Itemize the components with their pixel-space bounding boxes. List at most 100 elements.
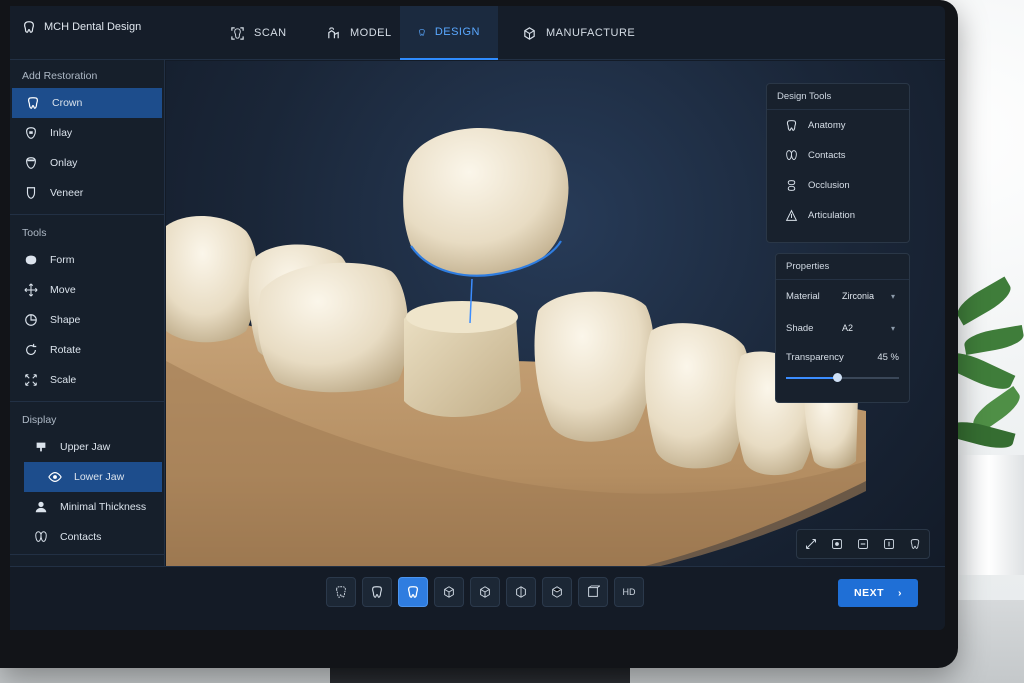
next-label: NEXT (853, 587, 884, 599)
tool-button[interactable] (578, 577, 608, 607)
sidebar-item-label: Onlay (50, 157, 78, 169)
panel-title: Design Tools (767, 84, 909, 110)
panel-title: Properties (776, 254, 909, 280)
eye-icon (48, 470, 62, 484)
cube-icon (444, 586, 454, 598)
inlay-icon (24, 126, 38, 140)
tab-manufacture[interactable]: MANUFACTURE (504, 6, 653, 60)
tool-label: Articulation (808, 209, 855, 221)
chevron-down-icon: ▾ (890, 291, 895, 301)
shade-select[interactable]: A2 ▾ (838, 318, 899, 338)
hd-button[interactable]: HD (614, 577, 644, 607)
tab-label: MANUFACTURE (546, 27, 636, 39)
chevron-down-icon: ▾ (890, 323, 895, 333)
sidebar-item-inlay[interactable]: Inlay (10, 118, 164, 148)
view-side-icon (858, 539, 868, 549)
tool-button[interactable] (470, 577, 500, 607)
slider-handle[interactable] (832, 373, 842, 382)
tooth-icon (419, 28, 425, 36)
occlusion-icon (787, 179, 796, 191)
sidebar-item-label: Scale (50, 374, 77, 386)
view-button[interactable] (852, 533, 874, 555)
tab-scan[interactable]: SCAN (212, 6, 305, 60)
design-tool-anatomy[interactable]: Anatomy (767, 110, 909, 140)
slider-fill (786, 377, 837, 379)
form-icon (24, 253, 38, 267)
tool-button[interactable] (326, 577, 356, 607)
tool-button[interactable] (506, 577, 536, 607)
transparency-row: Transparency 45 % (776, 344, 909, 370)
transparency-value: 45 % (877, 351, 899, 363)
tool-button-active[interactable] (398, 577, 428, 607)
scale-icon (24, 373, 38, 387)
tool-button[interactable] (542, 577, 572, 607)
design-tools-panel: Design Tools Anatomy Contacts Occlusion … (766, 83, 910, 243)
section-title-tools: Tools (22, 227, 47, 239)
next-button[interactable]: NEXT › (838, 579, 918, 607)
view-button[interactable] (826, 533, 848, 555)
sidebar-item-label: Crown (52, 97, 83, 109)
sidebar-item-rotate[interactable]: Rotate (10, 335, 164, 365)
move-icon (24, 283, 38, 297)
sidebar-item-label: Veneer (50, 187, 84, 199)
anatomy-icon (786, 119, 797, 131)
design-tool-occlusion[interactable]: Occlusion (767, 170, 909, 200)
brand: MCH Dental Design (22, 20, 141, 34)
sidebar: Add Restoration Crown Inlay Onlay Veneer… (10, 60, 165, 590)
shade-label: Shade (786, 322, 814, 334)
sidebar-item-contacts[interactable]: Contacts (10, 522, 164, 552)
contacts-icon (786, 149, 797, 160)
app-title: MCH Dental Design (44, 21, 142, 33)
sidebar-item-shape[interactable]: Shape (10, 305, 164, 335)
cube-icon (552, 586, 562, 598)
design-tool-contacts[interactable]: Contacts (767, 140, 909, 170)
transparency-label: Transparency (786, 351, 844, 363)
tool-label: Occlusion (808, 179, 850, 191)
view-button[interactable] (800, 533, 822, 555)
tool-button[interactable] (362, 577, 392, 607)
view-front-icon (832, 539, 842, 549)
sidebar-item-scale[interactable]: Scale (10, 365, 164, 395)
transparency-slider[interactable] (786, 370, 899, 386)
tooth-outline-icon (336, 586, 346, 598)
sidebar-item-upper-jaw[interactable]: Upper Jaw (10, 432, 164, 462)
tab-label: DESIGN (434, 26, 480, 38)
chevron-right-icon: › (898, 587, 902, 599)
monitor: MCH Dental Design SCAN MODEL DESIGN MANU… (0, 0, 958, 668)
tab-label: MODEL (350, 27, 392, 39)
tab-design[interactable]: DESIGN (400, 6, 498, 60)
view-button[interactable] (878, 533, 900, 555)
material-select[interactable]: Zirconia ▾ (838, 286, 899, 306)
section-title-add-restoration: Add Restoration (22, 70, 98, 82)
expand-icon (806, 539, 816, 549)
sidebar-item-move[interactable]: Move (10, 275, 164, 305)
tool-label: Contacts (808, 149, 846, 161)
manufacture-icon (524, 26, 535, 40)
hd-label: HD (622, 587, 636, 597)
shade-value: A2 (842, 323, 854, 333)
model-icon (328, 26, 339, 38)
design-tool-articulation[interactable]: Articulation (767, 200, 909, 230)
sidebar-item-lower-jaw[interactable]: Lower Jaw (24, 462, 162, 492)
view-button[interactable] (904, 533, 926, 555)
thickness-icon (34, 500, 48, 514)
sidebar-item-onlay[interactable]: Onlay (10, 148, 164, 178)
cube-icon (480, 586, 490, 598)
tool-button[interactable] (434, 577, 464, 607)
onlay-icon (24, 156, 38, 170)
sidebar-item-label: Shape (50, 314, 81, 326)
tab-model[interactable]: MODEL (308, 6, 410, 60)
bottom-toolbar: HD NEXT › (10, 566, 945, 630)
scan-icon (231, 26, 244, 40)
logo-icon (24, 21, 34, 33)
app-window: MCH Dental Design SCAN MODEL DESIGN MANU… (10, 6, 945, 630)
sidebar-item-veneer[interactable]: Veneer (10, 178, 164, 208)
section-title-display: Display (22, 414, 57, 426)
material-label: Material (786, 290, 820, 302)
sidebar-item-crown[interactable]: Crown (12, 88, 162, 118)
tooth-icon (372, 586, 382, 598)
3d-viewport[interactable]: Design Tools Anatomy Contacts Occlusion … (166, 61, 945, 591)
sidebar-item-label: Rotate (50, 344, 81, 356)
sidebar-item-minimal-thickness[interactable]: Minimal Thickness (10, 492, 164, 522)
sidebar-item-form[interactable]: Form (10, 245, 164, 275)
